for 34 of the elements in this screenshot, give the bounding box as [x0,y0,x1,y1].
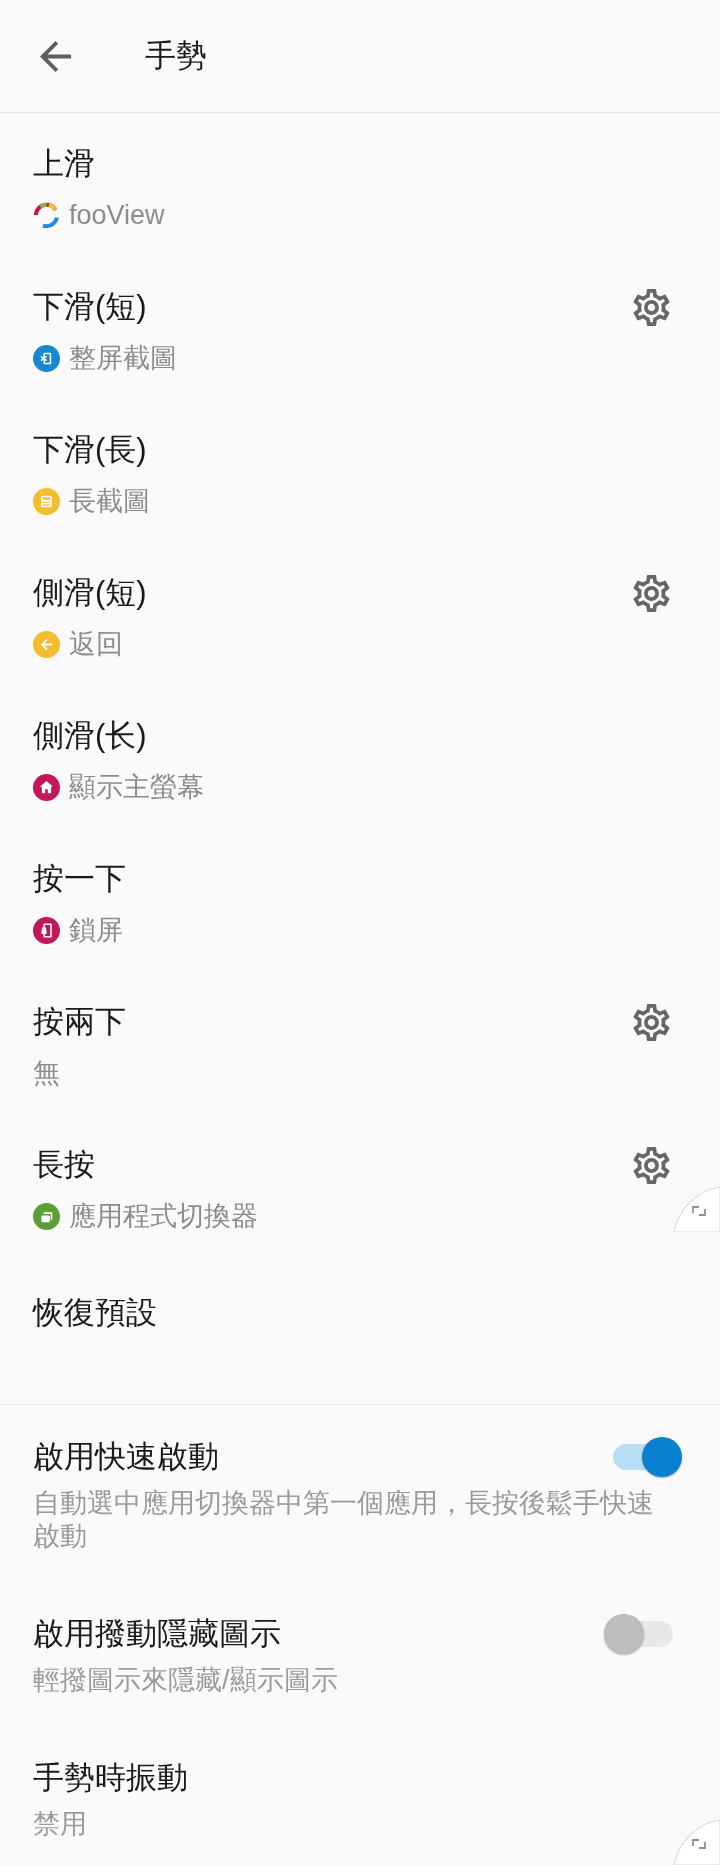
settings-icon[interactable] [633,574,670,612]
gesture-title: 按兩下 [33,1004,126,1040]
ring-icon [33,201,60,229]
floating-button[interactable] [673,1819,720,1865]
gesture-title: 側滑(短) [33,575,147,611]
gesture-title: 下滑(短) [33,289,147,325]
settings-icon[interactable] [633,1146,670,1184]
gesture-title: 長按 [33,1147,95,1183]
action-label: 顯示主螢幕 [69,771,204,803]
gesture-title: 上滑 [33,146,95,182]
settings-icon[interactable] [633,288,670,326]
action-label: fooView [69,199,165,231]
page-title: 手勢 [145,37,207,75]
option-description: 自動選中應用切換器中第一個應用，長按後鬆手快速啟動 [33,1487,655,1553]
settings-icon[interactable] [633,1003,670,1041]
option-title: 手勢時振動 [33,1760,188,1796]
option-title: 啟用快速啟動 [33,1439,219,1475]
option-description: 輕撥圖示來隱藏/顯示圖示 [33,1664,338,1697]
option-value: 禁用 [33,1808,87,1841]
gesture-title: 按一下 [33,861,126,897]
action-label: 鎖屏 [69,914,123,946]
reset-defaults-option[interactable]: 恢復預設 [33,1295,157,1331]
action-label: 返回 [69,628,123,660]
gesture-title: 側滑(长) [33,718,147,754]
corners-icon [692,1839,706,1849]
corners-icon [692,1206,706,1216]
gesture-title: 下滑(長) [33,432,147,468]
floating-button[interactable] [673,1186,720,1232]
action-label: 長截圖 [69,485,150,517]
action-label: 整屏截圖 [69,342,177,374]
back-icon[interactable] [40,40,71,72]
option-title: 啟用撥動隱藏圖示 [33,1616,281,1652]
action-label: 無 [33,1057,60,1089]
action-label: 應用程式切換器 [69,1200,258,1232]
